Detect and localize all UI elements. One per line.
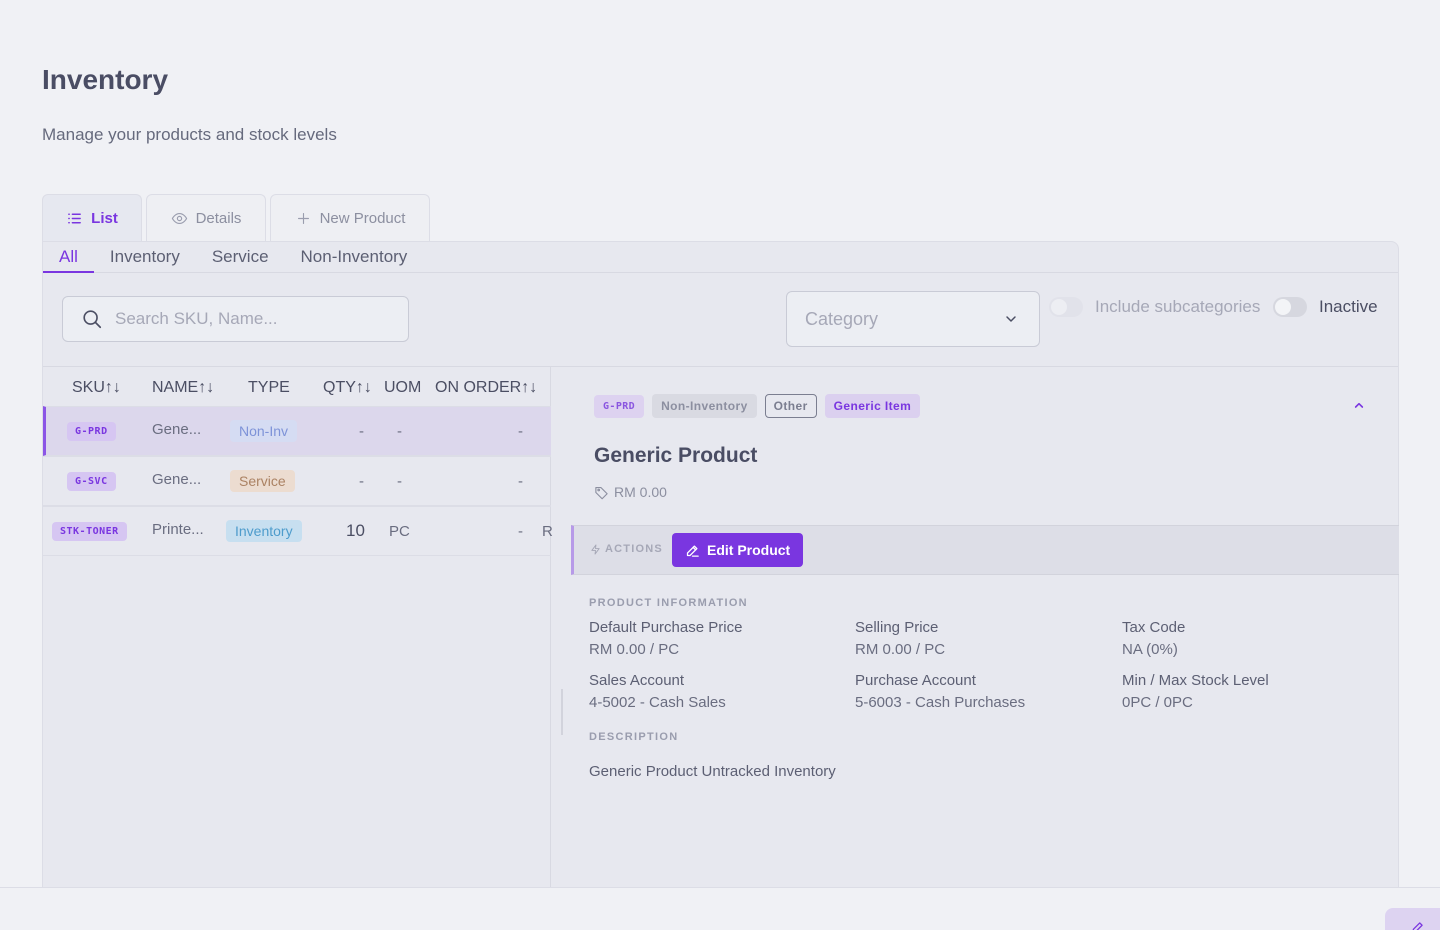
page-subtitle: Manage your products and stock levels <box>42 125 337 144</box>
row-uom: - <box>397 422 402 440</box>
row-on-order: - <box>518 422 523 440</box>
subtab-service[interactable]: Service <box>196 247 285 272</box>
row-uom: PC <box>389 522 410 540</box>
type-badge: Service <box>230 470 295 492</box>
row-name: Gene... <box>152 470 202 488</box>
sku-badge: G-SVC <box>67 471 116 491</box>
product-title: Generic Product <box>594 444 758 467</box>
eye-icon <box>171 212 187 225</box>
list-icon <box>68 213 82 224</box>
table-row[interactable]: G-SVC Gene... Service - - - <box>43 456 551 506</box>
tab-list-label: List <box>91 210 118 227</box>
purchase-account-label: Purchase Account <box>855 672 976 689</box>
pencil-icon <box>686 545 699 557</box>
description-heading: DESCRIPTION <box>589 731 679 743</box>
pencil-icon <box>1412 922 1423 930</box>
search-box <box>62 296 409 342</box>
inactive-label: Inactive <box>1319 297 1378 316</box>
col-name[interactable]: NAME↑↓ <box>152 379 214 397</box>
price-value: RM 0.00 <box>614 484 667 500</box>
product-tags: G-PRD Non-Inventory Other Generic Item <box>594 394 921 418</box>
page-title: Inventory <box>42 64 169 95</box>
tab-list[interactable]: List <box>42 194 142 242</box>
tax-code-label: Tax Code <box>1122 619 1186 636</box>
search-input[interactable] <box>115 309 395 329</box>
tab-new-product-label: New Product <box>319 210 406 227</box>
resize-handle[interactable] <box>561 689 563 735</box>
default-purchase-price-label: Default Purchase Price <box>589 619 743 636</box>
tab-details[interactable]: Details <box>146 194 266 242</box>
row-on-order: - <box>518 522 523 540</box>
purchase-account-value: 5-6003 - Cash Purchases <box>855 694 1026 711</box>
col-sku[interactable]: SKU↑↓ <box>72 379 121 397</box>
type-badge: Inventory <box>226 520 302 542</box>
category-tag: Other <box>764 394 817 418</box>
row-name: Printe... <box>152 520 204 538</box>
stock-level-value: 0PC / 0PC <box>1122 694 1193 711</box>
row-qty: - <box>359 422 364 440</box>
table-row[interactable]: STK-TONER Printe... Inventory 10 PC - R <box>43 506 553 556</box>
floating-edit-button[interactable] <box>1385 908 1440 930</box>
category-placeholder: Category <box>805 308 879 329</box>
tax-code-value: NA (0%) <box>1122 641 1178 658</box>
default-purchase-price-value: RM 0.00 / PC <box>589 641 680 658</box>
sales-account-label: Sales Account <box>589 672 685 689</box>
tab-new-product[interactable]: New Product <box>270 194 430 242</box>
sales-account-value: 4-5002 - Cash Sales <box>589 694 726 711</box>
col-qty[interactable]: QTY↑↓ <box>323 379 372 397</box>
chevron-down-icon <box>1006 316 1016 322</box>
sku-badge: G-PRD <box>67 421 116 441</box>
inactive-toggle[interactable] <box>1273 297 1307 317</box>
filter-bar: Category Include subcategories Inactive <box>43 273 1398 367</box>
col-on-order[interactable]: ON ORDER↑↓ <box>435 379 537 397</box>
type-badge: Non-Inv <box>230 420 298 442</box>
category-select[interactable]: Category <box>786 291 1040 347</box>
edit-product-button[interactable]: Edit Product <box>672 533 804 567</box>
plus-icon <box>297 212 309 225</box>
inventory-panel: All Inventory Service Non-Inventory Cate… <box>42 241 1399 891</box>
col-uom: UOM <box>384 379 422 396</box>
product-price: RM 0.00 <box>594 484 667 500</box>
type-filter-tabs: All Inventory Service Non-Inventory <box>43 242 1398 273</box>
col-type: TYPE <box>248 379 290 396</box>
lightning-icon <box>591 543 600 555</box>
edit-product-label: Edit Product <box>707 542 791 558</box>
subtab-non-inventory[interactable]: Non-Inventory <box>285 247 424 272</box>
stock-level-label: Min / Max Stock Level <box>1122 672 1269 689</box>
footer-bar <box>0 887 1440 930</box>
chevron-up-icon[interactable] <box>1351 397 1367 413</box>
type-tag: Non-Inventory <box>652 394 757 418</box>
row-qty: 10 <box>346 521 365 540</box>
include-subcategories-label: Include subcategories <box>1095 297 1261 316</box>
actions-label-text: ACTIONS <box>605 543 663 555</box>
actions-bar: ACTIONS Edit Product <box>571 525 1399 575</box>
actions-label: ACTIONS <box>590 543 663 555</box>
sku-badge: STK-TONER <box>52 521 127 541</box>
tag-icon <box>595 486 608 499</box>
row-uom: - <box>397 472 402 490</box>
selling-price-value: RM 0.00 / PC <box>855 641 946 658</box>
subtab-inventory[interactable]: Inventory <box>94 247 196 272</box>
table-row[interactable]: G-PRD Gene... Non-Inv - - - <box>43 406 551 456</box>
product-table: SKU↑↓ NAME↑↓ TYPE QTY↑↓ UOM ON ORDER↑↓ G… <box>43 367 553 891</box>
product-detail: G-PRD Non-Inventory Other Generic Item G… <box>552 367 1399 891</box>
row-name: Gene... <box>152 420 202 438</box>
view-tabs: List Details New Product <box>42 194 430 242</box>
tab-details-label: Details <box>195 210 242 227</box>
row-on-order: - <box>518 472 523 490</box>
sku-tag: G-PRD <box>594 394 645 418</box>
description-text: Generic Product Untracked Inventory <box>589 763 836 780</box>
label-tag: Generic Item <box>824 394 921 418</box>
subtab-all[interactable]: All <box>43 247 94 273</box>
row-qty: - <box>359 472 364 490</box>
selling-price-label: Selling Price <box>855 619 939 636</box>
search-icon <box>83 310 102 329</box>
include-subcategories-toggle[interactable] <box>1049 297 1083 317</box>
product-info-heading: PRODUCT INFORMATION <box>589 597 748 609</box>
